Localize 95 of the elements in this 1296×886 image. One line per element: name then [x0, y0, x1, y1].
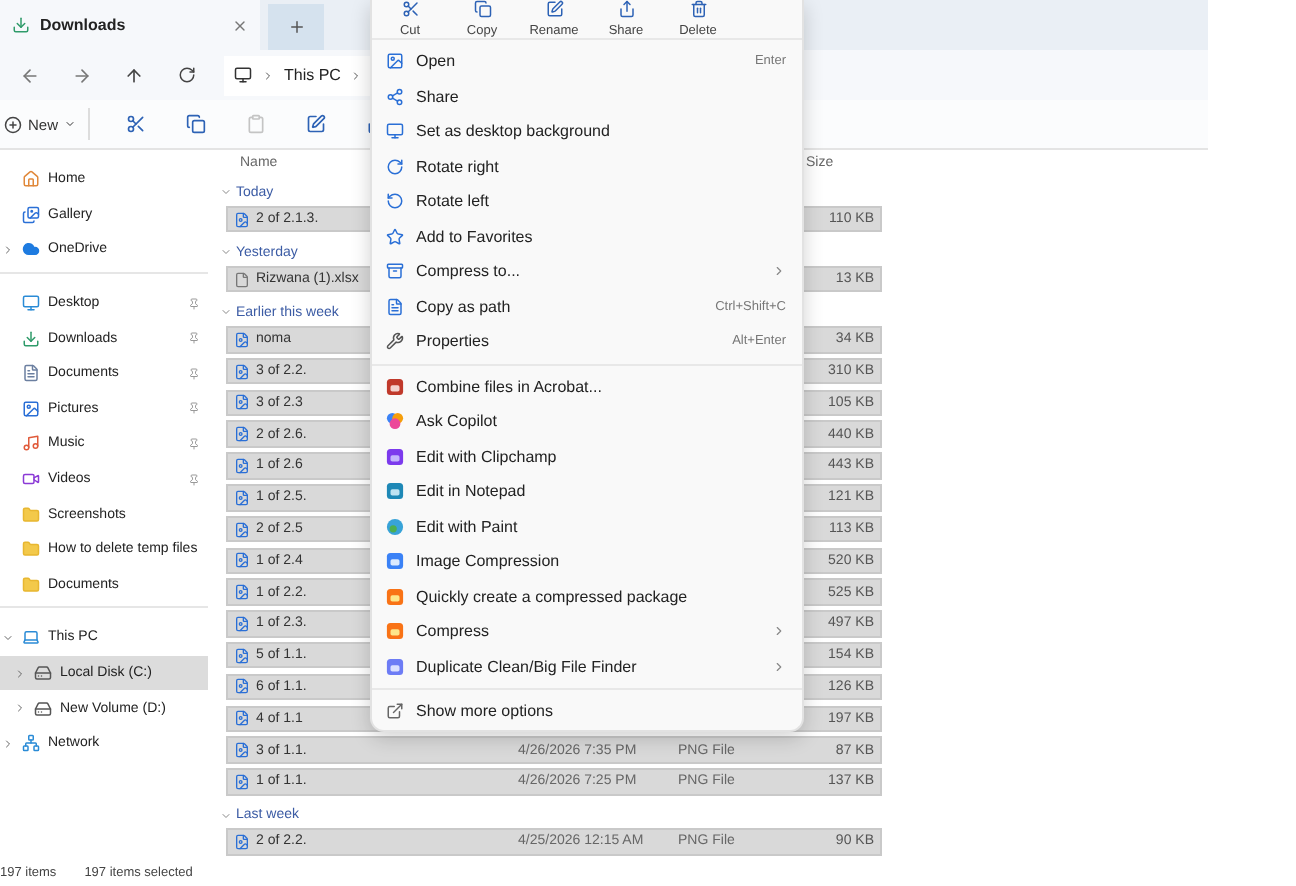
folder-icon: [22, 505, 40, 524]
image-compression-icon: [386, 552, 404, 571]
breadcrumb[interactable]: This PC: [284, 66, 341, 84]
menu-item[interactable]: Rotate left: [372, 184, 802, 219]
delete-icon: [689, 0, 707, 18]
image-file-icon: [234, 773, 250, 790]
download-icon: [22, 329, 40, 348]
drive-icon: [34, 664, 52, 683]
arrow-up-icon: [124, 65, 144, 85]
document-icon: [234, 271, 250, 288]
pictures-icon: [22, 399, 40, 418]
music-icon: [22, 434, 40, 453]
menu-item[interactable]: Edit in Notepad: [372, 474, 802, 509]
folder-icon: [22, 575, 40, 594]
image-file-icon: [234, 394, 250, 411]
plus-icon: [4, 115, 22, 133]
cloud-icon: [22, 240, 40, 259]
chevron-icon: [350, 69, 363, 81]
cut-icon: [126, 114, 147, 134]
close-icon[interactable]: [232, 17, 248, 33]
refresh-icon: [177, 66, 195, 84]
image-file-icon: [234, 457, 250, 474]
pen-icon: [306, 114, 327, 134]
home-icon: [22, 170, 40, 189]
rotate-right-icon: [386, 157, 404, 176]
collapse-icon[interactable]: [220, 186, 232, 199]
arrow-left-icon: [20, 65, 40, 85]
image-file-icon: [234, 833, 250, 850]
image-file-icon: [234, 211, 250, 228]
rename-icon: [545, 0, 563, 18]
image-file-icon: [234, 615, 250, 632]
document-icon: [386, 297, 404, 316]
gallery-icon: [22, 205, 40, 224]
computer-icon: [234, 66, 252, 84]
download-icon: [12, 16, 30, 34]
collapse-icon[interactable]: [220, 306, 232, 319]
image-file-icon: [234, 552, 250, 569]
folder-icon: [22, 540, 40, 559]
image-file-icon: [234, 678, 250, 695]
archive-icon: [386, 262, 404, 281]
drive-icon: [34, 699, 52, 718]
cut-icon: [401, 0, 419, 18]
monitor-icon: [386, 122, 404, 141]
chevron-icon: [262, 69, 274, 81]
menu-item[interactable]: Add to Favorites: [372, 219, 802, 254]
copilot-icon: [386, 412, 404, 431]
clipchamp-icon: [386, 447, 404, 466]
package-icon: [386, 587, 404, 606]
image-file-icon: [234, 489, 250, 506]
copy-icon: [186, 114, 207, 134]
acrobat-icon: [386, 377, 404, 396]
computer-icon: [22, 628, 40, 647]
share-icon: [617, 0, 635, 18]
copy-icon: [473, 0, 491, 18]
collapse-icon[interactable]: [220, 809, 232, 822]
clipboard-icon: [246, 114, 267, 134]
menu-item[interactable]: Image Compression: [372, 544, 802, 579]
image-file-icon: [234, 331, 250, 348]
menu-item[interactable]: Edit with Paint: [372, 509, 802, 544]
image-file-icon: [234, 647, 250, 664]
wrench-icon: [386, 332, 404, 351]
image-file-icon: [234, 742, 250, 759]
menu-item[interactable]: Combine files in Acrobat...: [372, 369, 802, 404]
menu-item[interactable]: Show more options: [372, 694, 802, 729]
desktop-icon: [22, 294, 40, 313]
arrow-right-icon: [72, 65, 92, 85]
menu-item[interactable]: Duplicate Clean/Big File Finder: [372, 649, 802, 684]
menu-item[interactable]: Edit with Clipchamp: [372, 439, 802, 474]
rotate-left-icon: [386, 192, 404, 211]
menu-item[interactable]: Ask Copilot: [372, 404, 802, 439]
caret-icon: [64, 118, 77, 130]
menu-item[interactable]: Compress to...: [372, 254, 802, 289]
tab[interactable]: Downloads: [0, 0, 260, 50]
cleaner-icon: [386, 657, 404, 676]
notepad-icon: [386, 482, 404, 501]
more-options-icon: [386, 702, 404, 721]
share-icon: [386, 87, 404, 106]
paint-icon: [386, 517, 404, 536]
documents-icon: [22, 364, 40, 383]
star-icon: [386, 227, 404, 246]
image-file-icon: [234, 426, 250, 443]
collapse-icon[interactable]: [220, 246, 232, 259]
image-file-icon: [234, 521, 250, 538]
image-file-icon: [234, 710, 250, 727]
menu-item[interactable]: Set as desktop background: [372, 114, 802, 149]
image-file-icon: [234, 584, 250, 601]
menu-item[interactable]: Compress: [372, 614, 802, 649]
network-icon: [22, 734, 40, 753]
image-icon: [386, 52, 404, 71]
videos-icon: [22, 470, 40, 489]
image-file-icon: [234, 363, 250, 380]
menu-item[interactable]: Quickly create a compressed package: [372, 579, 802, 614]
menu-item[interactable]: Rotate right: [372, 149, 802, 184]
plus-icon: [287, 18, 305, 36]
package-icon: [386, 622, 404, 641]
